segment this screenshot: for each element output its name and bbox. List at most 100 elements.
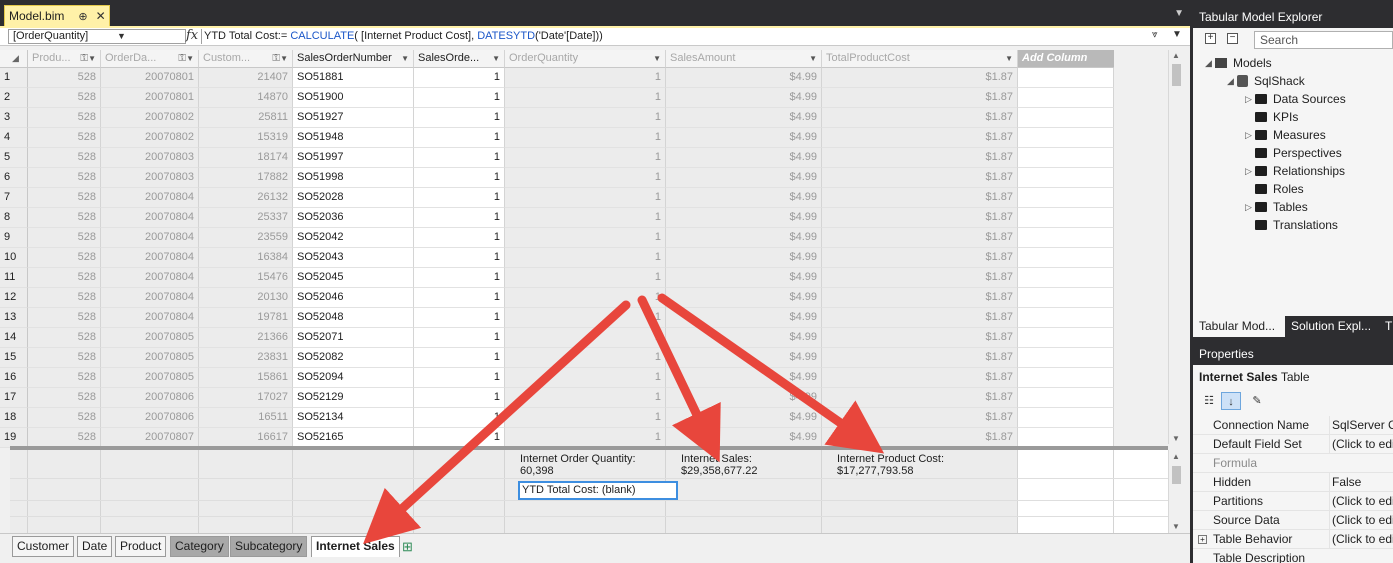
- grid-cell[interactable]: 1: [505, 68, 666, 88]
- row-number[interactable]: 15: [0, 348, 28, 368]
- grid-cell[interactable]: 20070804: [101, 188, 199, 208]
- grid-cell[interactable]: 528: [28, 208, 101, 228]
- grid-cell[interactable]: 16511: [199, 408, 293, 428]
- grid-cell[interactable]: 20070805: [101, 368, 199, 388]
- grid-cell[interactable]: [1018, 428, 1114, 448]
- filter-dropdown-icon[interactable]: ▼: [1005, 50, 1013, 67]
- add-table-icon[interactable]: ⊞: [402, 539, 413, 555]
- property-row[interactable]: Partitions (Click to edi: [1193, 492, 1393, 511]
- property-row[interactable]: + Table Behavior (Click to edi: [1193, 530, 1393, 549]
- row-number[interactable]: 17: [0, 388, 28, 408]
- tree-node[interactable]: Perspectives: [1245, 144, 1342, 162]
- scroll-up-icon[interactable]: ▲: [1172, 51, 1180, 60]
- grid-cell[interactable]: 1: [414, 268, 505, 288]
- tree-node[interactable]: ▷ Data Sources: [1245, 90, 1346, 108]
- grid-vertical-scrollbar[interactable]: ▲ ▼: [1168, 50, 1184, 444]
- grid-cell[interactable]: $1.87: [822, 308, 1018, 328]
- grid-cell[interactable]: 20070805: [101, 348, 199, 368]
- grid-cell[interactable]: 1: [505, 308, 666, 328]
- property-value[interactable]: False: [1329, 473, 1393, 491]
- grid-cell[interactable]: 1: [505, 348, 666, 368]
- table-tab[interactable]: Product: [115, 536, 167, 557]
- grid-cell[interactable]: 1: [414, 348, 505, 368]
- grid-cell[interactable]: $4.99: [666, 348, 822, 368]
- row-number[interactable]: 4: [0, 128, 28, 148]
- grid-cell[interactable]: $1.87: [822, 428, 1018, 448]
- grid-cell[interactable]: 1: [505, 268, 666, 288]
- grid-cell[interactable]: 528: [28, 368, 101, 388]
- table-tab[interactable]: Date: [77, 536, 113, 557]
- row-number[interactable]: 9: [0, 228, 28, 248]
- grid-cell[interactable]: 20070801: [101, 88, 199, 108]
- document-tab-model-bim[interactable]: Model.bim ⊕ ✕: [4, 5, 110, 26]
- grid-cell[interactable]: $1.87: [822, 208, 1018, 228]
- grid-cell[interactable]: [1018, 168, 1114, 188]
- filter-dropdown-icon[interactable]: ▼: [492, 50, 500, 67]
- grid-cell[interactable]: 23559: [199, 228, 293, 248]
- measure-column[interactable]: [199, 450, 293, 533]
- grid-cell[interactable]: $4.99: [666, 148, 822, 168]
- grid-cell[interactable]: 25811: [199, 108, 293, 128]
- grid-cell[interactable]: 1: [414, 88, 505, 108]
- property-pages-icon[interactable]: ✎: [1247, 392, 1267, 410]
- grid-cell[interactable]: 1: [505, 368, 666, 388]
- grid-cell[interactable]: SO52048: [293, 308, 414, 328]
- grid-cell[interactable]: $1.87: [822, 328, 1018, 348]
- grid-cell[interactable]: 528: [28, 328, 101, 348]
- grid-cell[interactable]: 528: [28, 128, 101, 148]
- measure-column[interactable]: [28, 450, 101, 533]
- grid-cell[interactable]: 20070804: [101, 308, 199, 328]
- grid-cell[interactable]: $1.87: [822, 188, 1018, 208]
- grid-cell[interactable]: 1: [505, 188, 666, 208]
- column-selector[interactable]: [OrderQuantity] ▼: [8, 29, 186, 44]
- grid-cell[interactable]: SO52045: [293, 268, 414, 288]
- grid-cell[interactable]: 1: [414, 108, 505, 128]
- row-number[interactable]: 12: [0, 288, 28, 308]
- grid-cell[interactable]: $4.99: [666, 288, 822, 308]
- grid-cell[interactable]: 1: [414, 188, 505, 208]
- grid-cell[interactable]: [1018, 188, 1114, 208]
- grid-cell[interactable]: 1: [414, 208, 505, 228]
- grid-cell[interactable]: 20070804: [101, 248, 199, 268]
- property-value[interactable]: (Click to edi: [1329, 530, 1393, 548]
- scroll-up-icon[interactable]: ▲: [1172, 452, 1180, 461]
- row-number[interactable]: 19: [0, 428, 28, 448]
- grid-cell[interactable]: 1: [505, 108, 666, 128]
- grid-cell[interactable]: 20070806: [101, 388, 199, 408]
- grid-cell[interactable]: [1018, 268, 1114, 288]
- grid-cell[interactable]: $1.87: [822, 148, 1018, 168]
- property-value[interactable]: SqlServer CE: [1329, 416, 1393, 434]
- grid-cell[interactable]: SO51881: [293, 68, 414, 88]
- explorer-bottom-tab[interactable]: T: [1379, 316, 1393, 337]
- grid-cell[interactable]: 528: [28, 148, 101, 168]
- scroll-down-icon[interactable]: ▼: [1172, 522, 1180, 531]
- grid-cell[interactable]: 20070804: [101, 228, 199, 248]
- grid-cell[interactable]: 1: [505, 148, 666, 168]
- grid-cell[interactable]: 20070801: [101, 68, 199, 88]
- measure-internet-order-quantity-value[interactable]: 60,398: [520, 465, 554, 477]
- grid-cell[interactable]: SO52042: [293, 228, 414, 248]
- formula-menu-icon[interactable]: ▼: [1172, 29, 1182, 40]
- tree-node[interactable]: ▷ Tables: [1245, 198, 1308, 216]
- grid-cell[interactable]: 14870: [199, 88, 293, 108]
- measure-internet-sales-value[interactable]: $29,358,677.22: [681, 465, 757, 477]
- grid-cell[interactable]: 528: [28, 428, 101, 448]
- grid-cell[interactable]: 21407: [199, 68, 293, 88]
- measure-internet-product-cost-label[interactable]: Internet Product Cost:: [837, 453, 944, 465]
- explorer-search-input[interactable]: Search: [1254, 31, 1393, 49]
- tree-node-sqlshack[interactable]: ◢ SqlShack: [1227, 72, 1305, 90]
- column-header[interactable]: TotalProductCost ▼: [822, 50, 1018, 68]
- grid-cell[interactable]: 1: [414, 428, 505, 448]
- grid-cell[interactable]: 16384: [199, 248, 293, 268]
- property-row[interactable]: Source Data (Click to edi: [1193, 511, 1393, 530]
- grid-cell[interactable]: [1018, 288, 1114, 308]
- grid-cell[interactable]: SO52046: [293, 288, 414, 308]
- property-row[interactable]: Hidden False: [1193, 473, 1393, 492]
- grid-cell[interactable]: $4.99: [666, 188, 822, 208]
- grid-cell[interactable]: $1.87: [822, 228, 1018, 248]
- column-header[interactable]: Add Column: [1018, 50, 1114, 68]
- grid-cell[interactable]: 1: [505, 88, 666, 108]
- grid-cell[interactable]: 528: [28, 68, 101, 88]
- grid-cell[interactable]: $4.99: [666, 168, 822, 188]
- row-number[interactable]: 1: [0, 68, 28, 88]
